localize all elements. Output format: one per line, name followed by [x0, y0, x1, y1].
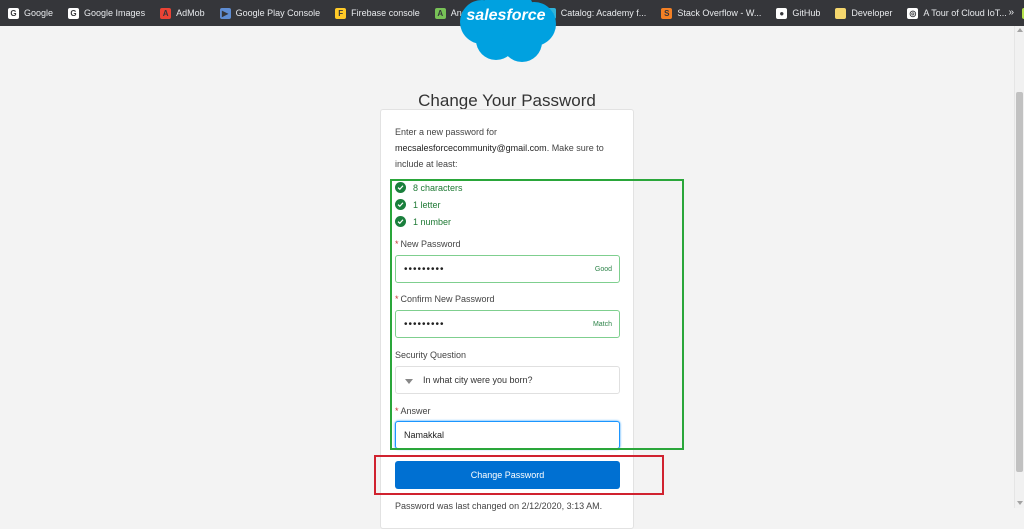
scroll-down-arrow-icon[interactable]: [1017, 501, 1023, 505]
bookmark-firebase-console[interactable]: F Firebase console: [335, 7, 420, 19]
bookmark-stack-overflow-w[interactable]: S Stack Overflow - W...: [661, 7, 762, 19]
bookmark-label: Stack Overflow - W...: [677, 8, 762, 18]
bookmark-label: A Tour of Cloud IoT...: [923, 8, 1007, 18]
user-email: mecsalesforcecommunity@gmail.com: [395, 143, 547, 153]
bookmark-github[interactable]: ● GitHub: [776, 7, 821, 19]
globe-icon: ◎: [907, 7, 919, 19]
bookmark-label: Google Images: [84, 8, 146, 18]
github-icon: ●: [776, 7, 788, 19]
google-icon: G: [8, 7, 19, 19]
bookmark-google[interactable]: G Google: [8, 7, 54, 19]
google-icon: G: [68, 7, 80, 19]
bookmark-label: Developer: [851, 8, 893, 18]
annotation-red-box: [374, 455, 664, 495]
admob-icon: A: [160, 7, 172, 19]
last-changed-text: Password was last changed on 2/12/2020, …: [395, 501, 603, 511]
android-icon: A: [434, 7, 446, 19]
bookmark-label: AdMob: [176, 8, 205, 18]
bookmark-label: Firebase console: [351, 8, 420, 18]
scrollbar-thumb[interactable]: [1016, 92, 1023, 472]
firebase-icon: F: [335, 7, 347, 19]
bookmark-google-play-console[interactable]: ▶ Google Play Console: [219, 7, 321, 19]
scroll-up-arrow-icon[interactable]: [1017, 28, 1023, 32]
stackoverflow-icon: S: [661, 7, 673, 19]
bookmarks-overflow-button[interactable]: »: [1008, 7, 1014, 18]
instructions-text: Enter a new password for mecsalesforceco…: [395, 127, 604, 169]
folder-icon: [835, 7, 847, 19]
svg-text:salesforce: salesforce: [466, 7, 545, 24]
bookmark-google-images[interactable]: G Google Images: [68, 7, 146, 19]
bookmark-label: GitHub: [792, 8, 821, 18]
bookmark-label: Catalog: Academy f...: [560, 8, 647, 18]
bookmark-label: Google: [24, 8, 54, 18]
play-console-icon: ▶: [219, 7, 231, 19]
bookmark-developer[interactable]: Developer: [835, 7, 893, 19]
bookmark-a-tour-of-cloud-iot[interactable]: ◎ A Tour of Cloud IoT...: [907, 7, 1007, 19]
bookmark-admob[interactable]: A AdMob: [160, 7, 205, 19]
salesforce-logo: salesforce: [460, 0, 556, 62]
annotation-green-box: [390, 179, 684, 450]
page-scrollbar[interactable]: [1014, 26, 1024, 508]
bookmark-label: Google Play Console: [235, 8, 321, 18]
